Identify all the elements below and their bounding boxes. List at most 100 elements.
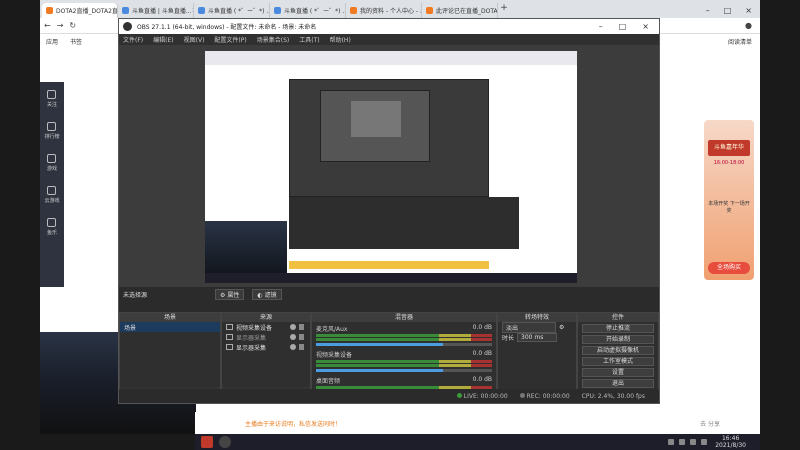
reload-icon[interactable]: ↻ [69,21,76,30]
tray-icon[interactable] [701,439,708,445]
menu-help[interactable]: 帮助(H) [330,35,351,44]
eye-icon[interactable] [290,324,296,330]
obs-icon[interactable] [219,436,231,448]
mixer-channel: 视频采集设备 0.0 dB [312,348,496,374]
system-tray [668,439,708,445]
scenes-dock: 场景 场景 +−⌃ [119,312,221,400]
virtual-camera-button[interactable]: 启动虚拟摄像机 [582,346,654,355]
obs-docks: 未选择源 ⚙ 属性 ◐ 滤镜 场景 场景 +−⌃ 来源 视频采集设备 显示器采集… [119,287,659,403]
lock-icon[interactable] [299,344,304,350]
controls-dock: 控件 停止推流 开始录制 启动虚拟摄像机 工作室模式 设置 退出 [577,312,659,400]
level-meter [316,364,492,367]
scene-item[interactable]: 场景 [120,322,220,332]
new-tab-button[interactable]: + [498,3,510,18]
filters-button[interactable]: ◐ 滤镜 [252,288,282,300]
source-label: 显示器采集 [236,344,267,352]
window-controls: – □ × [599,22,659,31]
lock-icon[interactable] [299,334,304,340]
volume-fill [316,369,443,372]
selected-source-label: 未选择源 [123,291,148,299]
reading-list[interactable]: 阅读清单 [728,37,752,46]
filters-label: 滤镜 [264,291,277,299]
eye-icon[interactable] [290,344,296,350]
source-item[interactable]: 显示器采集 [222,332,310,342]
properties-button[interactable]: ⚙ 属性 [215,288,245,300]
tray-icon[interactable] [679,439,686,445]
browser-tab-strip: DOTA2直播_DOTA2直播高清...× 斗鱼直播 | 斗鱼直播...× 斗鱼… [40,0,760,18]
maximize-icon[interactable]: □ [619,22,627,31]
transition-type[interactable]: 淡出 [502,321,556,333]
tray-icon[interactable] [690,439,697,445]
exit-button[interactable]: 退出 [582,379,654,388]
app-icon[interactable] [201,436,213,448]
source-label: 视频采集设备 [236,324,273,332]
promo-time: 16:00-18:00 [713,160,745,166]
captured-banner [289,261,489,269]
lock-icon[interactable] [299,324,304,330]
gamepad-icon [47,154,57,163]
windows-taskbar: 16:46 2021/8/30 [195,434,760,450]
volume-slider[interactable] [316,343,492,346]
menu-profile[interactable]: 配置文件(P) [214,35,246,44]
browser-tab[interactable]: 斗鱼直播 ( *゜ー゜*) ...× [270,3,346,18]
browser-tab[interactable]: 斗鱼直播 ( *゜ー゜*) ...× [194,3,270,18]
share-link[interactable]: 去 分享 [700,419,720,428]
minimize-icon[interactable]: – [706,6,710,15]
profile-icon[interactable]: ● [745,21,752,30]
clock-date: 2021/8/30 [715,442,746,449]
promo-title: 斗鱼嘉年华 [708,140,750,156]
sidebar-item-fun[interactable]: 鱼乐 [47,218,57,236]
tab-label: DOTA2直播_DOTA2直播高清... [56,8,118,15]
start-recording-button[interactable]: 开始录制 [582,335,654,344]
menu-tools[interactable]: 工具(T) [299,35,319,44]
live-indicator-icon [456,392,462,398]
browser-tab[interactable]: 我的资料 - 个人中心 - 斗鱼× [346,3,422,18]
close-icon[interactable]: × [642,22,649,31]
sidebar-item-follow[interactable]: 关注 [47,90,57,108]
browser-tab[interactable]: 斗鱼直播 | 斗鱼直播...× [118,3,194,18]
dock-title: 混音器 [312,313,496,322]
gear-icon[interactable]: ⚙ [559,324,564,331]
browser-tab[interactable]: DOTA2直播_DOTA2直播高清...× [42,3,118,18]
sidebar-item-game[interactable]: 游戏 [47,154,57,172]
close-icon[interactable]: × [745,6,752,15]
settings-button[interactable]: 设置 [582,368,654,377]
sidebar-item-label: 关注 [46,102,57,108]
promo-button[interactable]: 全场购买 [708,262,750,274]
window-controls: – □ × [706,3,760,18]
captured-screen [205,51,577,283]
eye-icon[interactable] [290,334,296,340]
transition-select[interactable]: 淡出 ⚙ [498,321,576,333]
preview-canvas[interactable] [119,45,659,287]
apps-bookmark[interactable]: 应用 [46,37,58,46]
source-item[interactable]: 显示器采集 [222,342,310,352]
back-icon[interactable]: ← [44,21,51,30]
obs-logo-icon [123,22,132,31]
source-item[interactable]: 视频采集设备 [222,322,310,332]
forward-icon[interactable]: → [57,21,64,30]
volume-slider[interactable] [316,369,492,372]
duration-input[interactable]: 300 ms [517,332,558,342]
minimize-icon[interactable]: – [599,22,603,31]
tray-icon[interactable] [668,439,675,445]
duration-label: 时长 [502,334,515,342]
clock[interactable]: 16:46 2021/8/30 [715,435,760,449]
menu-bar: 文件(F) 编辑(E) 视图(V) 配置文件(P) 场景集合(S) 工具(T) … [119,34,659,45]
menu-edit[interactable]: 编辑(E) [153,35,173,44]
dock-title: 场景 [120,313,220,322]
menu-file[interactable]: 文件(F) [123,35,143,44]
studio-mode-button[interactable]: 工作室模式 [582,357,654,366]
maximize-icon[interactable]: □ [724,6,732,15]
cpu-fps: CPU: 2.4%, 30.00 fps [581,392,645,400]
promo-banner[interactable]: 斗鱼嘉年华 16:00-18:00 本场开奖 下一场开奖 全场购买 [704,120,754,280]
properties-label: 属性 [227,291,240,299]
bookmarks-folder[interactable]: 书签 [70,37,82,46]
browser-tab[interactable]: 此评论已在直播_DOTA2...× [422,3,498,18]
rec-status: REC: 00:00:00 [519,392,570,400]
stop-streaming-button[interactable]: 停止推流 [582,324,654,333]
menu-view[interactable]: 视图(V) [184,35,205,44]
sidebar-item-rank[interactable]: 排行榜 [44,122,60,140]
menu-scene-collection[interactable]: 场景集合(S) [257,35,290,44]
volume-fill [316,343,443,346]
sidebar-item-cloud-game[interactable]: 云游戏 [44,186,60,204]
